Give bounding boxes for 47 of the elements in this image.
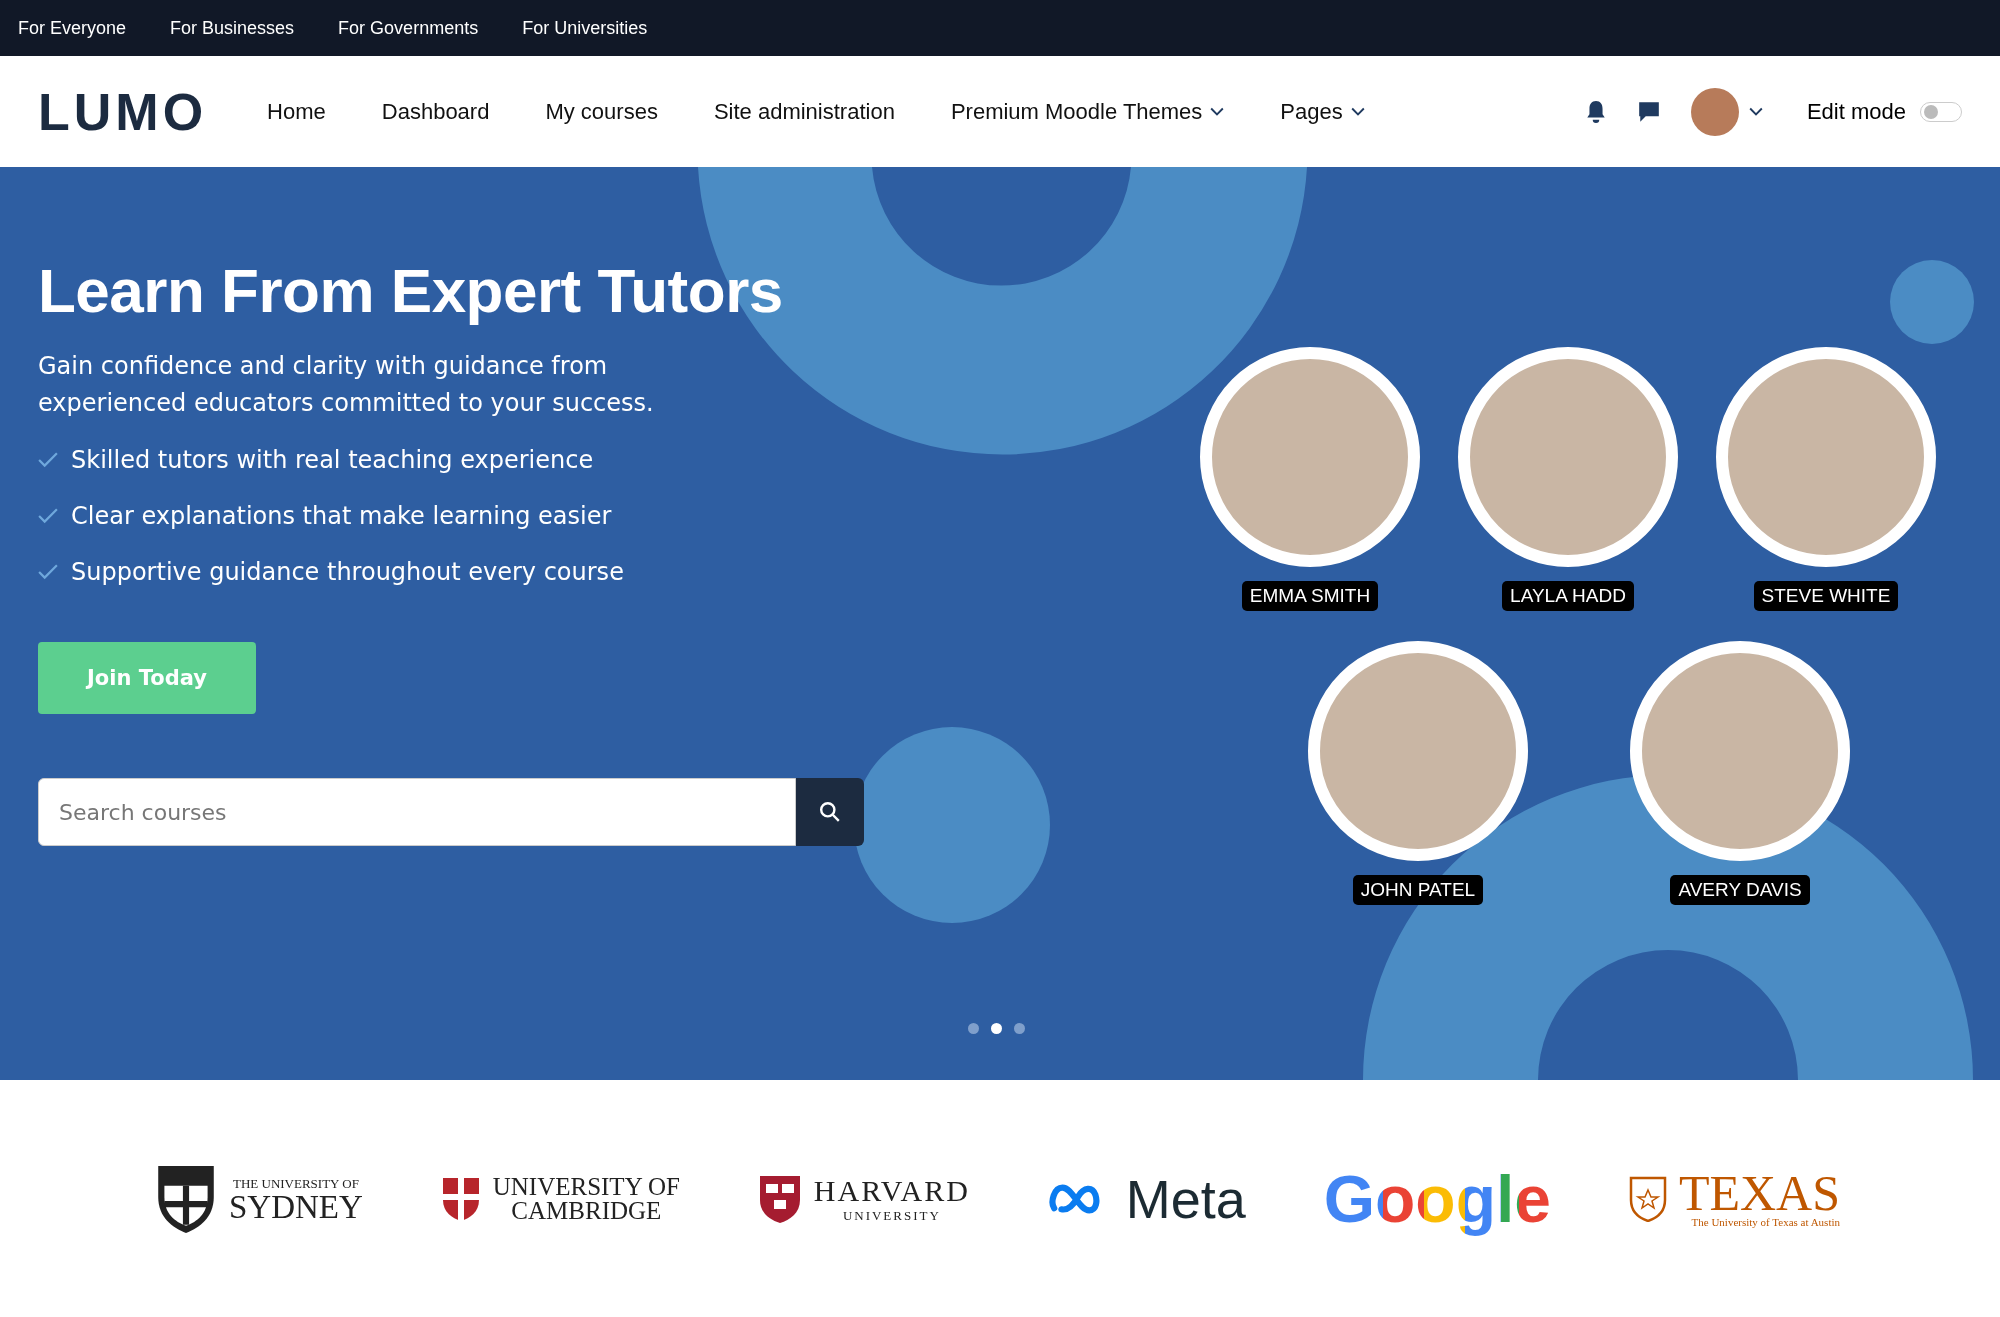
chevron-down-icon (1748, 106, 1763, 117)
hero-title: Learn From Expert Tutors (38, 255, 784, 326)
logo-subtitle: UNIVERSITY (842, 1207, 941, 1224)
checkmark-icon (38, 564, 58, 580)
shield-icon (1628, 1175, 1667, 1222)
tutor-name: AVERY DAVIS (1670, 875, 1810, 905)
audience-link[interactable]: For Businesses (170, 17, 295, 39)
search-field[interactable]: Search courses (38, 778, 796, 846)
tutor-name: LAYLA HADD (1502, 581, 1634, 611)
logo-subtitle: The University of Texas at Austin (1691, 1215, 1840, 1228)
feature-text: Clear explanations that make learning easier (71, 502, 612, 530)
search-icon (819, 801, 841, 823)
hero-subtitle: Gain confidence and clarity with guidance from experienced educators committed to your success. (38, 351, 655, 419)
chevron-down-icon (1210, 106, 1225, 117)
search-button[interactable] (796, 778, 864, 846)
audience-link[interactable]: For Governments (338, 17, 479, 39)
checkmark-icon (38, 452, 58, 468)
logo-wordmark: TEXAS (1678, 1169, 1840, 1216)
nav-link[interactable]: Home (267, 98, 326, 125)
feature-text: Supportive guidance throughout every course (71, 558, 624, 586)
checkmark-icon (38, 508, 58, 524)
chevron-down-icon (1350, 106, 1365, 117)
chat-bubble-icon (1636, 99, 1661, 124)
nav-link[interactable]: Premium Moodle Themes (950, 98, 1225, 125)
logo-wordmark: UNIVERSITY OF (492, 1174, 680, 1199)
shield-icon (757, 1173, 802, 1224)
edit-mode-label: Edit mode (1806, 98, 1906, 125)
nav-link[interactable]: Site administration (713, 98, 895, 125)
logo-wordmark: THE UNIVERSITY OF (232, 1175, 359, 1192)
feature-text: Skilled tutors with real teaching experience (71, 446, 594, 474)
audience-link[interactable]: For Everyone (18, 17, 127, 39)
tutor-name: EMMA SMITH (1241, 581, 1379, 611)
nav-link[interactable]: Dashboard (381, 98, 490, 125)
shield-icon (440, 1175, 481, 1222)
logo-wordmark: HARVARD (813, 1173, 970, 1208)
carousel-dot[interactable] (968, 1023, 979, 1034)
carousel-dot[interactable] (1014, 1023, 1025, 1034)
nav-link[interactable]: My courses (545, 98, 658, 125)
carousel-dot[interactable] (991, 1023, 1002, 1034)
logo-subtitle: CAMBRIDGE (511, 1198, 662, 1223)
logo-subtitle: SYDNEY (229, 1191, 363, 1222)
tutor-name: JOHN PATEL (1352, 875, 1484, 905)
tutor-name: STEVE WHITE (1753, 581, 1899, 611)
nav-link[interactable]: Pages (1280, 98, 1365, 125)
logo[interactable]: LUMO (38, 81, 208, 142)
audience-link[interactable]: For Universities (522, 17, 648, 39)
logo-wordmark: Meta (1125, 1167, 1246, 1230)
